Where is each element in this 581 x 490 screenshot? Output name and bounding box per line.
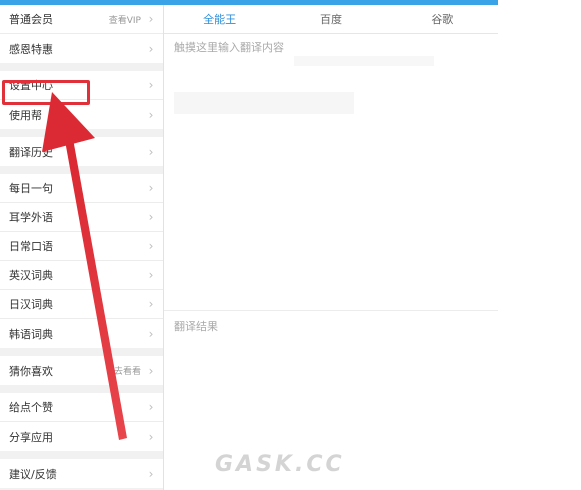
menu-group-history: 翻译历史 › bbox=[0, 137, 163, 166]
settings-highlight-box bbox=[2, 80, 90, 105]
menu-item-jp-cn-dictionary[interactable]: 日汉词典 › bbox=[0, 290, 163, 319]
engine-tabs: 全能王 百度 谷歌 bbox=[164, 5, 498, 34]
chevron-right-icon: › bbox=[148, 429, 154, 444]
blurred-area bbox=[294, 56, 434, 66]
chevron-right-icon: › bbox=[148, 78, 154, 92]
menu-item-label: 翻译历史 bbox=[9, 145, 53, 159]
chevron-right-icon: › bbox=[148, 466, 154, 481]
menu-item-listening[interactable]: 耳学外语 › bbox=[0, 203, 163, 232]
menu-item-label: 使用帮 bbox=[9, 108, 42, 122]
chevron-right-icon: › bbox=[148, 363, 154, 378]
input-placeholder: 触摸这里输入翻译内容 bbox=[174, 41, 284, 54]
menu-item-label: 英汉词典 bbox=[9, 269, 53, 282]
result-label: 翻译结果 bbox=[174, 320, 218, 333]
translation-input[interactable]: 触摸这里输入翻译内容 bbox=[164, 34, 498, 310]
menu-item-label: 猜你喜欢 bbox=[9, 364, 53, 378]
menu-item-thanks-offer[interactable]: 感恩特惠 › bbox=[0, 34, 163, 63]
chevron-right-icon: › bbox=[148, 210, 154, 224]
menu-item-label: 韩语词典 bbox=[9, 327, 53, 341]
menu-item-korean-dictionary[interactable]: 韩语词典 › bbox=[0, 319, 163, 348]
tab-baidu[interactable]: 百度 bbox=[275, 5, 386, 33]
menu-group-recommend: 猜你喜欢 去看看 › bbox=[0, 356, 163, 385]
chevron-right-icon: › bbox=[148, 268, 154, 282]
chevron-right-icon: › bbox=[148, 144, 154, 159]
menu-group-feedback: 建议/反馈 › bbox=[0, 459, 163, 488]
menu-item-daily-sentence[interactable]: 每日一句 › bbox=[0, 174, 163, 203]
watermark-logo: GASK.CC bbox=[215, 452, 345, 477]
chevron-right-icon: › bbox=[148, 239, 154, 253]
chevron-right-icon: › bbox=[148, 181, 154, 195]
blurred-area bbox=[174, 92, 354, 114]
menu-item-label: 日汉词典 bbox=[9, 298, 53, 311]
menu-item-label: 感恩特惠 bbox=[9, 42, 53, 56]
menu-item-en-cn-dictionary[interactable]: 英汉词典 › bbox=[0, 261, 163, 290]
menu-item-daily-speaking[interactable]: 日常口语 › bbox=[0, 232, 163, 261]
translation-panel: 全能王 百度 谷歌 触摸这里输入翻译内容 翻译结果 bbox=[164, 5, 498, 490]
menu-item-regular-member[interactable]: 普通会员 查看VIP › bbox=[0, 5, 163, 34]
menu-item-you-may-like[interactable]: 猜你喜欢 去看看 › bbox=[0, 356, 163, 385]
menu-item-extra: 去看看 bbox=[113, 367, 141, 377]
chevron-right-icon: › bbox=[148, 12, 154, 26]
menu-group-social: 给点个赞 › 分享应用 › bbox=[0, 393, 163, 451]
tab-google[interactable]: 谷歌 bbox=[387, 5, 498, 33]
menu-item-label: 建议/反馈 bbox=[9, 467, 57, 481]
menu-item-translation-history[interactable]: 翻译历史 › bbox=[0, 137, 163, 166]
tab-quannengwang[interactable]: 全能王 bbox=[164, 5, 275, 33]
menu-item-extra: 查看VIP bbox=[108, 15, 141, 26]
menu-item-label: 普通会员 bbox=[9, 13, 53, 26]
menu-item-label: 日常口语 bbox=[9, 240, 53, 253]
chevron-right-icon: › bbox=[148, 107, 154, 122]
menu-group-learning: 每日一句 › 耳学外语 › 日常口语 › 英汉词典 › 日汉词典 › 韩语词典 … bbox=[0, 174, 163, 348]
menu-item-give-like[interactable]: 给点个赞 › bbox=[0, 393, 163, 422]
menu-item-feedback[interactable]: 建议/反馈 › bbox=[0, 459, 163, 488]
menu-group-membership: 普通会员 查看VIP › 感恩特惠 › bbox=[0, 5, 163, 63]
divider bbox=[164, 310, 498, 311]
menu-item-label: 给点个赞 bbox=[9, 401, 53, 414]
sidebar-menu: 普通会员 查看VIP › 感恩特惠 › 设置中心 › 使用帮 › 翻译历史 › … bbox=[0, 5, 164, 490]
chevron-right-icon: › bbox=[148, 400, 154, 414]
chevron-right-icon: › bbox=[148, 41, 154, 56]
chevron-right-icon: › bbox=[148, 297, 154, 311]
chevron-right-icon: › bbox=[148, 326, 154, 341]
menu-item-label: 分享应用 bbox=[9, 430, 53, 444]
menu-item-label: 每日一句 bbox=[9, 182, 53, 195]
menu-item-label: 耳学外语 bbox=[9, 211, 53, 224]
menu-item-share-app[interactable]: 分享应用 › bbox=[0, 422, 163, 451]
